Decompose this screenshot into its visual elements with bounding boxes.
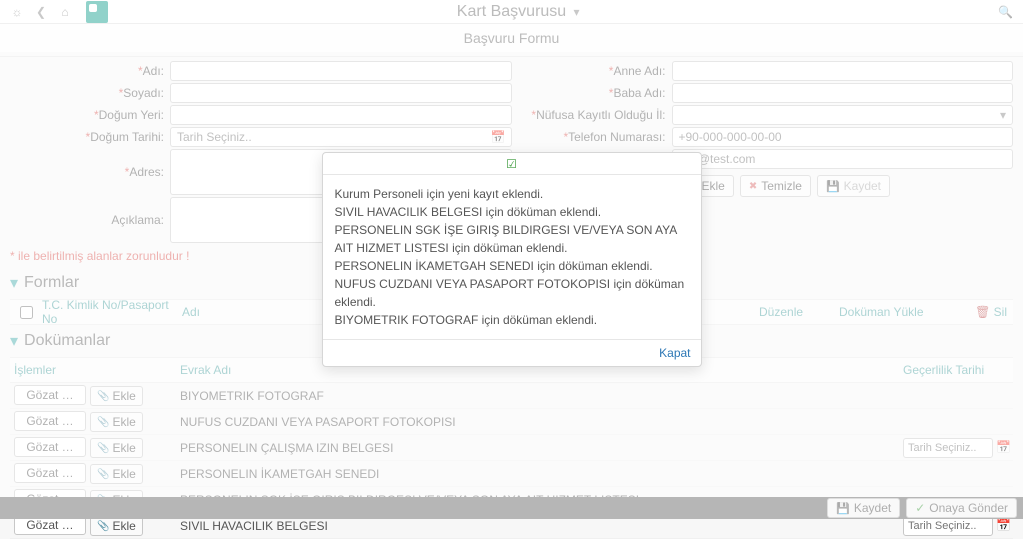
success-modal: ☑ Kurum Personeli için yeni kayıt eklend… — [322, 152, 702, 367]
check-icon: ☑ — [506, 157, 517, 171]
modal-body: Kurum Personeli için yeni kayıt eklendi.… — [323, 175, 701, 339]
modal-line: SIVIL HAVACILIK BELGESI için döküman ekl… — [335, 203, 689, 221]
modal-line: PERSONELIN İKAMETGAH SENEDI için döküman… — [335, 257, 689, 275]
kapat-link[interactable]: Kapat — [659, 346, 690, 360]
modal-line: Kurum Personeli için yeni kayıt eklendi. — [335, 185, 689, 203]
modal-overlay: ☑ Kurum Personeli için yeni kayıt eklend… — [0, 0, 1023, 519]
ekle-button[interactable]: Ekle — [90, 516, 143, 536]
calendar-icon[interactable]: 📅 — [993, 518, 1011, 532]
modal-line: BIYOMETRIK FOTOGRAF için döküman eklendi… — [335, 311, 689, 329]
modal-line: NUFUS CUZDANI VEYA PASAPORT FOTOKOPISI i… — [335, 275, 689, 311]
modal-line: PERSONELIN SGK İŞE GIRIŞ BILDIRGESI VE/V… — [335, 221, 689, 257]
doc-name: SIVIL HAVACILIK BELGESI — [180, 519, 903, 533]
